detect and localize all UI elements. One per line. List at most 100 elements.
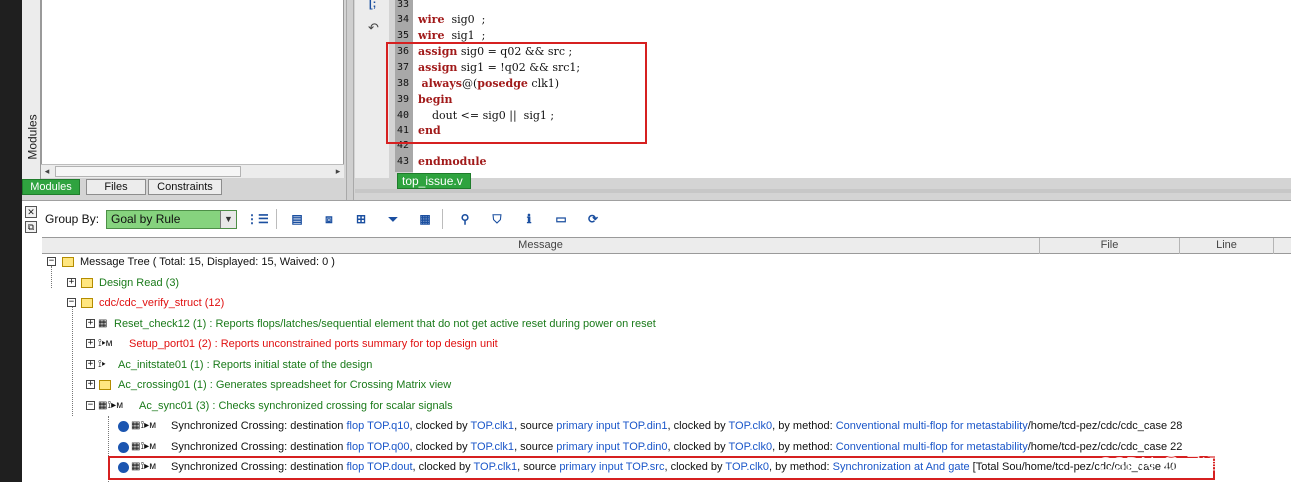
list-view-icon[interactable]: ▤ — [288, 210, 306, 228]
tree-row-label: Setup_port01 (2) : Reports unconstrained… — [129, 338, 498, 350]
table-flop-icon: ▦⟟▸ᴍ — [131, 441, 157, 452]
link-clock[interactable]: TOP.clk1 — [470, 420, 514, 432]
info-icon — [118, 442, 129, 453]
group-by-value: Goal by Rule — [111, 212, 181, 226]
info-icon — [118, 421, 129, 432]
restore-panel-icon[interactable]: ⧉ — [25, 221, 37, 233]
add-window-icon[interactable]: ⊞ — [352, 210, 370, 228]
flop-icon: ⟟▸ᴍ — [98, 338, 113, 349]
folder-icon — [62, 257, 74, 267]
binoculars-icon[interactable]: ⚲ — [456, 210, 474, 228]
folder-icon — [81, 298, 93, 308]
bracket-icon[interactable]: [; — [369, 0, 376, 10]
collapse-icon[interactable]: − — [47, 257, 56, 266]
close-panel-icon[interactable]: ✕ — [25, 206, 37, 218]
link-method[interactable]: Conventional multi-flop for metastabilit… — [836, 420, 1028, 432]
refresh-icon[interactable]: ⟳ — [584, 210, 602, 228]
line-number: 35 — [397, 30, 410, 41]
panel-splitter[interactable] — [346, 0, 354, 200]
scroll-right-icon[interactable]: ▸ — [332, 165, 344, 178]
tree-row-label: Ac_crossing01 (1) : Generates spreadshee… — [118, 379, 452, 391]
panel-side-icons: ✕ ⧉ — [22, 202, 40, 236]
flop-icon: ⟟▸ — [98, 359, 106, 370]
link-destination[interactable]: flop TOP.q00 — [346, 441, 409, 453]
folder-icon — [99, 380, 111, 390]
expand-icon[interactable]: + — [86, 319, 95, 328]
code-line: endmodule — [418, 155, 487, 168]
tree-row-label: Message Tree ( Total: 15, Displayed: 15,… — [80, 256, 335, 268]
tree-row-design-read[interactable]: + Design Read (3) — [42, 273, 1291, 293]
filter-icon[interactable]: ⏷ — [384, 210, 402, 228]
tree-row-setup-port01[interactable]: + ⟟▸ᴍ Setup_port01 (2) : Reports unconst… — [42, 334, 1291, 354]
link-clock[interactable]: TOP.clk1 — [470, 441, 514, 453]
modules-vertical-label: Modules — [25, 114, 40, 160]
violation-row[interactable]: ▦⟟▸ᴍ Synchronized Crossing: destination … — [42, 416, 1291, 436]
table-icon: ▦ — [98, 318, 108, 329]
scroll-left-icon[interactable]: ◂ — [41, 165, 53, 178]
module-tree-panel[interactable] — [41, 0, 344, 178]
violation-message: Synchronized Crossing: destination flop … — [171, 420, 1183, 432]
tree-row-label: Reset_check12 (1) : Reports flops/latche… — [114, 318, 656, 330]
scrollbar-thumb[interactable] — [55, 166, 241, 177]
link-source[interactable]: primary input TOP.din1 — [556, 420, 667, 432]
tree-row-label: Design Read (3) — [99, 277, 180, 289]
link-clock[interactable]: TOP.clk0 — [729, 420, 773, 432]
expand-icon[interactable]: + — [86, 339, 95, 348]
table-flop-icon: ▦⟟▸ᴍ — [98, 400, 124, 411]
code-line: wire sig1 ; — [418, 29, 486, 42]
keyword-wire: wire — [418, 29, 445, 42]
left-desktop-strip — [0, 0, 22, 200]
violation-message: Synchronized Crossing: destination flop … — [171, 441, 1183, 453]
tree-row-label: Ac_initstate01 (1) : Reports initial sta… — [118, 359, 373, 371]
line-number: 43 — [397, 156, 410, 167]
tree-row-ac-initstate01[interactable]: + ⟟▸ Ac_initstate01 (1) : Reports initia… — [42, 355, 1291, 375]
modules-vertical-tab[interactable]: Modules — [22, 0, 41, 180]
tree-view-icon[interactable]: ⋮☰ — [246, 210, 269, 228]
collapse-icon[interactable]: − — [86, 401, 95, 410]
tree-row-cdc-verify-struct[interactable]: − cdc/cdc_verify_struct (12) — [42, 293, 1291, 313]
tree-row-ac-crossing01[interactable]: + Ac_crossing01 (1) : Generates spreadsh… — [42, 375, 1291, 395]
left-desktop-strip — [0, 200, 22, 482]
link-destination[interactable]: flop TOP.q10 — [346, 420, 409, 432]
toolbar-separator — [276, 209, 277, 229]
keyword-wire: wire — [418, 13, 445, 26]
folder-icon — [81, 278, 93, 288]
tree-row-label: Ac_sync01 (3) : Checks synchronized cros… — [139, 400, 453, 412]
tab-files[interactable]: Files — [86, 179, 146, 195]
line-number: 34 — [397, 14, 410, 25]
tab-constraints[interactable]: Constraints — [148, 179, 222, 195]
expand-icon[interactable]: + — [67, 278, 76, 287]
report-icon[interactable]: ▭ — [552, 210, 570, 228]
tree-row-reset-check12[interactable]: + ▦ Reset_check12 (1) : Reports flops/la… — [42, 314, 1291, 334]
link-source[interactable]: primary input TOP.din0 — [556, 441, 667, 453]
editor-gutter: [; ↶ — [355, 0, 389, 178]
collapse-icon[interactable]: − — [67, 298, 76, 307]
table-flop-icon: ▦⟟▸ᴍ — [131, 420, 157, 431]
info-icon[interactable]: ℹ — [520, 210, 538, 228]
expand-icon[interactable]: + — [86, 380, 95, 389]
link-clock[interactable]: TOP.clk0 — [729, 441, 773, 453]
code-line: wire sig0 ; — [418, 13, 486, 26]
left-panel-tabs: Modules Files Constraints — [22, 178, 352, 196]
file-tab-top-issue[interactable]: top_issue.v — [397, 173, 471, 189]
code-annotation-box — [386, 42, 647, 144]
toolbar-separator — [442, 209, 443, 229]
link-method[interactable]: Conventional multi-flop for metastabilit… — [836, 441, 1028, 453]
expand-icon[interactable]: + — [86, 360, 95, 369]
chevron-down-icon[interactable]: ▼ — [220, 211, 236, 228]
tree-row-ac-sync01[interactable]: − ▦⟟▸ᴍ Ac_sync01 (3) : Checks synchroniz… — [42, 396, 1291, 416]
editor-bottom-border — [355, 189, 1291, 193]
undo-icon[interactable]: ↶ — [368, 20, 379, 36]
horizontal-scrollbar[interactable]: ◂ ▸ — [41, 164, 344, 178]
line-number: 33 — [397, 0, 410, 10]
export-icon[interactable]: ⧈ — [320, 210, 338, 228]
watermark: CSDN @ 飞哥一芯 — [1098, 454, 1267, 476]
grid-icon[interactable]: ▦ — [416, 210, 434, 228]
tree-row-label: cdc/cdc_verify_struct (12) — [99, 297, 225, 309]
tab-modules[interactable]: Modules — [22, 179, 80, 195]
keyword-endmodule: endmodule — [418, 155, 487, 168]
tree-row-root[interactable]: − Message Tree ( Total: 15, Displayed: 1… — [42, 252, 1291, 272]
group-by-select[interactable]: Goal by Rule ▼ — [106, 210, 237, 229]
filter-edit-icon[interactable]: ⛉ — [488, 210, 506, 228]
group-by-label: Group By: — [45, 212, 100, 226]
